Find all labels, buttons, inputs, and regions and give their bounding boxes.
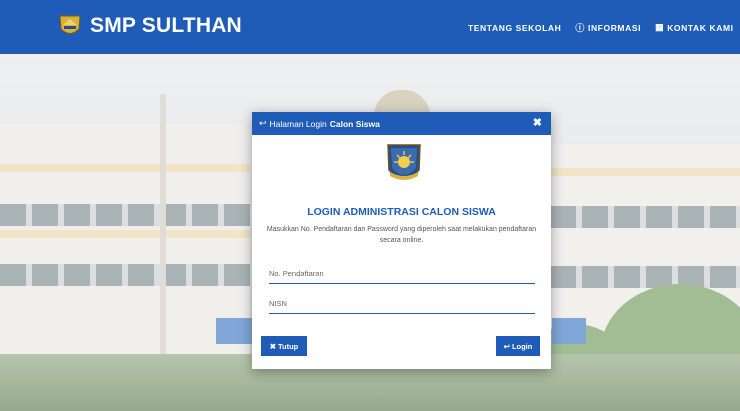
info-circle-icon: ⓘ (575, 23, 585, 33)
modal-title: LOGIN ADMINISTRASI CALON SISWA (307, 206, 496, 218)
brand[interactable]: SMP SULTHAN (58, 13, 242, 39)
sign-in-icon: ↩ (259, 118, 267, 128)
nisn-input[interactable] (269, 294, 535, 314)
nav-links: TENTANG SEKOLAH ⓘ INFORMASI ▦ KONTAK KAM… (468, 21, 740, 34)
modal-header-prefix: Halaman Login (269, 118, 327, 129)
close-button-label: Tutup (278, 341, 299, 351)
top-navbar: SMP SULTHAN TENTANG SEKOLAH ⓘ INFORMASI … (0, 0, 740, 54)
school-crest-icon (387, 144, 421, 180)
close-button[interactable]: ✖ Tutup (261, 336, 307, 356)
nav-link-label: KONTAK KAMI (667, 22, 734, 33)
login-button-label: Login (511, 341, 533, 351)
close-icon: ✖ (269, 341, 276, 351)
nav-link-kontak-kami[interactable]: ▦ KONTAK KAMI (655, 21, 734, 34)
modal-header-bold: Calon Siswa (329, 118, 380, 129)
sign-in-icon: ↩ (503, 341, 510, 351)
nav-link-label: TENTANG SEKOLAH (468, 22, 562, 33)
login-button[interactable]: ↩ Login (496, 336, 540, 356)
contact-card-icon: ▦ (655, 22, 665, 32)
login-modal: ↩ Halaman Login Calon Siswa ✖ LOGIN ADMI… (252, 112, 551, 369)
nav-link-tentang-sekolah[interactable]: TENTANG SEKOLAH (468, 21, 561, 34)
registration-number-input[interactable] (269, 264, 535, 284)
nav-link-informasi[interactable]: ⓘ INFORMASI (575, 21, 641, 34)
close-icon[interactable]: ✖ (533, 117, 542, 129)
brand-name: SMP SULTHAN (90, 14, 242, 37)
modal-description: Masukkan No. Pendaftaran dan Password ya… (266, 226, 537, 244)
school-crest-icon (59, 15, 81, 34)
nav-link-label: INFORMASI (587, 22, 642, 33)
modal-header: ↩ Halaman Login Calon Siswa ✖ (252, 112, 551, 135)
